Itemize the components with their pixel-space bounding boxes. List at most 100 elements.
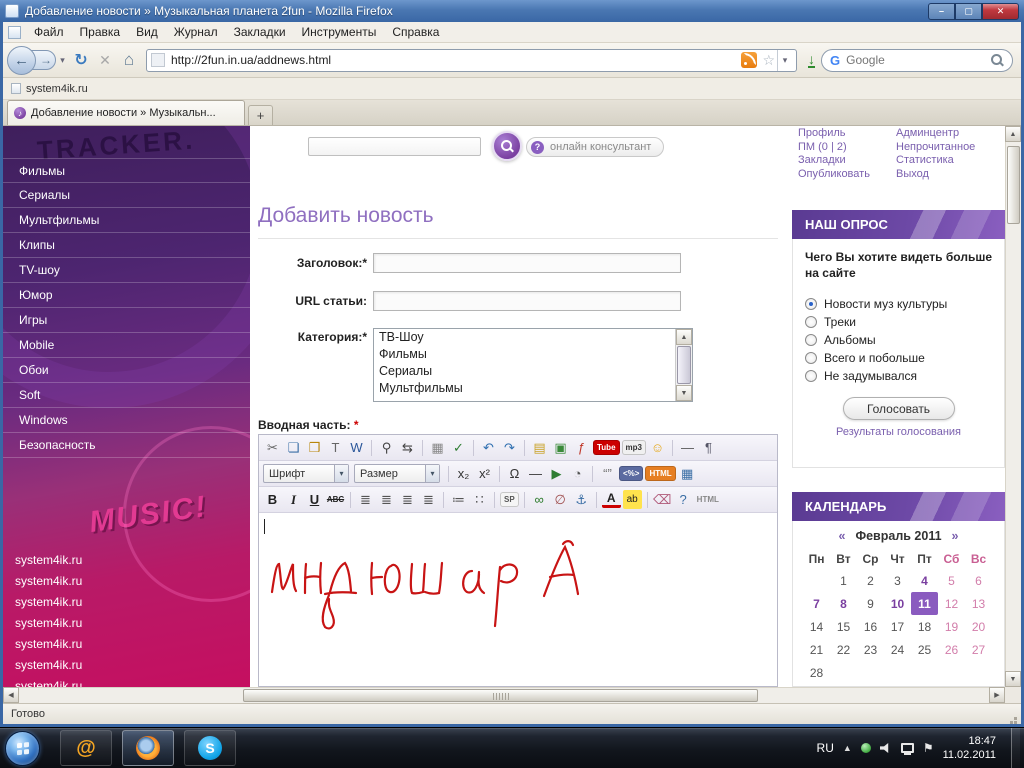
user-link[interactable]: Закладки	[798, 154, 870, 168]
category-option[interactable]: Мультфильмы	[374, 380, 692, 397]
source-icon[interactable]: HTML	[695, 490, 721, 509]
calendar-prev-button[interactable]: «	[838, 529, 845, 543]
find-icon[interactable]: ⚲	[377, 438, 396, 457]
user-link[interactable]: Статистика	[896, 154, 975, 168]
unlink-icon[interactable]: ∅	[551, 490, 570, 509]
calendar-day[interactable]: 28	[803, 661, 830, 684]
article-url-input[interactable]	[373, 291, 681, 311]
category-option[interactable]: ТВ-Шоу	[374, 329, 692, 346]
calendar-day[interactable]: 5	[938, 569, 965, 592]
action-center-flag-icon[interactable]: ⚑	[923, 741, 934, 755]
calendar-day[interactable]: 27	[965, 638, 992, 661]
highlight-icon[interactable]: ab	[622, 490, 642, 509]
site-bottom-link[interactable]: system4ik.ru	[3, 613, 250, 634]
menu-item[interactable]: Вид	[129, 23, 165, 41]
sidebar-item[interactable]: Обои	[3, 358, 250, 383]
bookmark-item[interactable]: system4ik.ru	[26, 83, 88, 95]
scroll-right-icon[interactable]: ▶	[989, 687, 1005, 703]
smiley-icon[interactable]: ☺	[648, 438, 667, 457]
bookmark-star-icon[interactable]: ☆	[762, 52, 775, 69]
superscript-icon[interactable]: x²	[475, 464, 494, 483]
calendar-day[interactable]: 17	[884, 615, 911, 638]
spellcheck-icon[interactable]: ✓	[449, 438, 468, 457]
tab-active[interactable]: ♪ Добавление новости » Музыкальн...	[7, 100, 245, 125]
site-bottom-link[interactable]: system4ik.ru	[3, 592, 250, 613]
radio-icon[interactable]	[805, 352, 817, 365]
hrule-icon[interactable]: ―	[678, 438, 697, 457]
copy-icon[interactable]: ❏	[284, 438, 303, 457]
hidden-icons-arrow-icon[interactable]: ▲	[843, 743, 852, 753]
cut-icon[interactable]: ✂	[263, 438, 282, 457]
calendar-day[interactable]: 20	[965, 615, 992, 638]
special-char-icon[interactable]: Ω	[505, 464, 524, 483]
sidebar-item[interactable]: Безопасность	[3, 433, 250, 458]
new-tab-button[interactable]: +	[248, 105, 273, 125]
site-bottom-link[interactable]: system4ik.ru	[3, 550, 250, 571]
site-bottom-link[interactable]: system4ik.ru	[3, 571, 250, 592]
user-link[interactable]: Непрочитанное	[896, 141, 975, 155]
network-icon[interactable]	[900, 743, 914, 755]
radio-icon[interactable]	[805, 316, 817, 329]
pagebreak-icon[interactable]: ¶	[699, 438, 718, 457]
sidebar-item[interactable]: TV-шоу	[3, 258, 250, 283]
calendar-day[interactable]: 24	[884, 638, 911, 661]
underline-icon[interactable]: U	[305, 490, 324, 509]
menu-item[interactable]: Правка	[73, 23, 128, 41]
image-icon[interactable]: ▣	[551, 438, 570, 457]
calendar-day[interactable]: 7	[803, 592, 830, 615]
calendar-day[interactable]: 2	[857, 569, 884, 592]
paste-word-icon[interactable]: W	[347, 438, 366, 457]
help-icon[interactable]: ?	[674, 490, 693, 509]
poll-option[interactable]: Новости муз культуры	[805, 295, 992, 313]
flash-icon[interactable]: ƒ	[572, 438, 591, 457]
online-consultant-button[interactable]: ? онлайн консультант	[526, 137, 665, 157]
urlbar-dropdown-icon[interactable]: ▾	[777, 49, 792, 71]
sidebar-item[interactable]: Юмор	[3, 283, 250, 308]
user-link[interactable]: Профиль	[798, 127, 870, 141]
eraser-icon[interactable]: ⌫	[653, 490, 672, 509]
calendar-day[interactable]: 15	[830, 615, 857, 638]
category-option[interactable]: Сериалы	[374, 363, 692, 380]
scroll-down-icon[interactable]: ▼	[1005, 671, 1021, 687]
news-title-input[interactable]	[373, 253, 681, 273]
site-search-button[interactable]	[492, 131, 522, 161]
menu-item[interactable]: Журнал	[167, 23, 225, 41]
site-search-input[interactable]	[308, 137, 481, 156]
subscript-icon[interactable]: x₂	[454, 464, 473, 483]
calendar-day[interactable]: 4	[911, 569, 938, 592]
rss-icon[interactable]	[741, 52, 758, 68]
search-bar[interactable]: G	[821, 48, 1013, 72]
radio-icon[interactable]	[805, 370, 817, 383]
calendar-day[interactable]: 22	[830, 638, 857, 661]
calendar-day[interactable]: 21	[803, 638, 830, 661]
calendar-day[interactable]: 8	[830, 592, 857, 615]
calendar-day[interactable]: 10	[884, 592, 911, 615]
refresh-button[interactable]: ↻	[70, 49, 92, 71]
maximize-button[interactable]: ▢	[955, 2, 982, 20]
nbsp-icon[interactable]: SP	[500, 492, 519, 507]
font-combo[interactable]: Шрифт ▾	[263, 464, 349, 483]
paste-text-icon[interactable]: T	[326, 438, 345, 457]
poll-option[interactable]: Альбомы	[805, 331, 992, 349]
category-option[interactable]: Фильмы	[374, 346, 692, 363]
vote-button[interactable]: Голосовать	[842, 397, 955, 421]
text-color-icon[interactable]: A	[601, 491, 621, 508]
calendar-day[interactable]: 3	[884, 569, 911, 592]
calendar-day[interactable]: 23	[857, 638, 884, 661]
sidebar-item[interactable]: Windows	[3, 408, 250, 433]
anchor-icon[interactable]: ⚓	[572, 490, 591, 509]
align-center-icon[interactable]: ≣	[377, 490, 396, 509]
youtube-icon[interactable]: Tube	[593, 440, 620, 455]
quote-icon[interactable]: “”	[598, 464, 617, 483]
poll-option[interactable]: Всего и побольше	[805, 349, 992, 367]
italic-icon[interactable]: I	[284, 490, 303, 509]
dash-icon[interactable]: —	[526, 464, 545, 483]
resize-grip[interactable]	[1014, 717, 1017, 720]
redo-icon[interactable]: ↷	[500, 438, 519, 457]
menu-item[interactable]: Закладки	[227, 23, 293, 41]
bold-icon[interactable]: B	[263, 490, 282, 509]
clock-icon[interactable]: ◔	[568, 464, 587, 483]
align-left-icon[interactable]: ≣	[356, 490, 375, 509]
table-icon[interactable]: ▦	[678, 464, 697, 483]
scroll-left-icon[interactable]: ◀	[3, 687, 19, 703]
